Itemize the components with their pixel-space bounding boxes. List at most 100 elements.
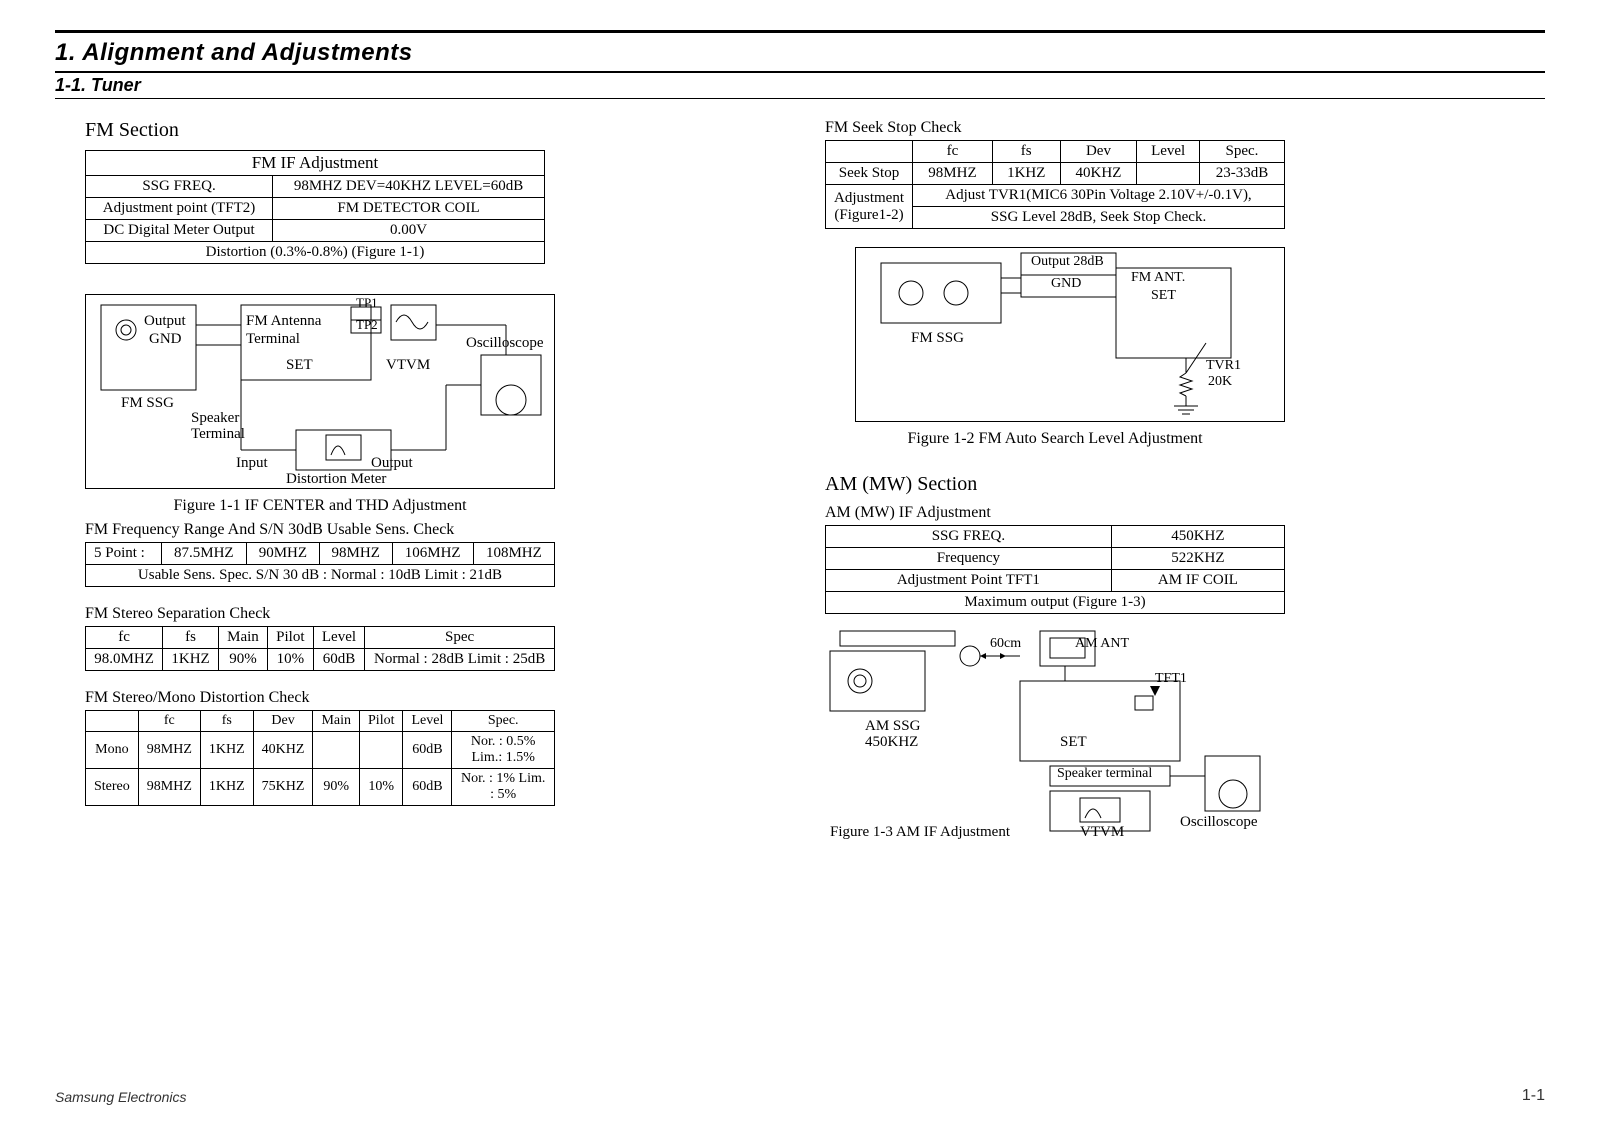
fm-dist-check-table: fc fs Dev Main Pilot Level Spec. Mono 98…: [85, 710, 555, 806]
cell: Level: [313, 627, 365, 649]
cell: 10%: [360, 769, 403, 806]
label-oscilloscope2: Oscilloscope: [1180, 814, 1257, 831]
cell: 98MHZ: [913, 163, 993, 185]
label-vtvm: VTVM: [386, 357, 430, 374]
fm-stereo-sep-title: FM Stereo Separation Check: [85, 605, 775, 623]
label-gnd: GND: [149, 331, 182, 348]
figure-1-1-caption: Figure 1-1 IF CENTER and THD Adjustment: [85, 497, 555, 515]
cell: Adjustment Point TFT1: [826, 570, 1112, 592]
cell: Spec: [365, 627, 555, 649]
seek-stop-table: fc fs Dev Level Spec. Seek Stop 98MHZ 1K…: [825, 140, 1285, 229]
label-speaker: Speaker: [191, 410, 239, 427]
cell: Adjustment (Figure1-2): [826, 185, 913, 229]
label-fm-ssg: FM SSG: [121, 395, 174, 412]
cell: [360, 732, 403, 769]
label-set: SET: [286, 357, 313, 374]
cell: fc: [138, 711, 200, 732]
cell: Level: [1137, 141, 1200, 163]
cell: Pilot: [267, 627, 313, 649]
cell: Spec.: [1199, 141, 1284, 163]
cell: 75KHZ: [253, 769, 313, 806]
label-tp1: TP1: [356, 295, 378, 311]
cell: 108MHZ: [473, 543, 554, 565]
label-fm-ssg2: FM SSG: [911, 330, 964, 347]
fm-stereo-sep-table: fc fs Main Pilot Level Spec 98.0MHZ 1KHZ…: [85, 626, 555, 671]
cell: 522KHZ: [1111, 548, 1284, 570]
label-output2: Output: [371, 455, 413, 472]
cell: 90%: [218, 649, 267, 671]
cell: Distortion (0.3%-0.8%) (Figure 1-1): [86, 242, 545, 264]
cell: 90MHZ: [246, 543, 319, 565]
cell: Adjust TVR1(MIC6 30Pin Voltage 2.10V+/-0…: [913, 185, 1285, 207]
cell: 1KHZ: [163, 649, 219, 671]
cell: 98.0MHZ: [86, 649, 163, 671]
cell: 23-33dB: [1199, 163, 1284, 185]
footer-right: 1-1: [1522, 1087, 1545, 1105]
cell: 98MHZ: [319, 543, 392, 565]
figure-1-2-caption: Figure 1-2 FM Auto Search Level Adjustme…: [825, 430, 1285, 448]
figure-1-3: 60cm AM ANT TFT1 AM SSG 450KHZ SET Speak…: [825, 626, 1285, 841]
cell: 60dB: [403, 732, 452, 769]
label-speaker-terminal: Speaker terminal: [1057, 766, 1152, 782]
cell: [86, 711, 139, 732]
cell: fc: [913, 141, 993, 163]
label-60cm: 60cm: [990, 636, 1021, 652]
cell: 98MHZ: [138, 769, 200, 806]
cell: 1KHZ: [200, 769, 253, 806]
fm-if-caption: FM IF Adjustment: [94, 153, 536, 173]
label-450khz: 450KHZ: [865, 734, 918, 751]
cell: Main: [313, 711, 360, 732]
cell: 1KHZ: [200, 732, 253, 769]
top-rule: [55, 30, 1545, 33]
label-oscilloscope: Oscilloscope: [466, 335, 543, 352]
cell: Normal : 28dB Limit : 25dB: [365, 649, 555, 671]
label-tvr1: TVR1: [1206, 358, 1241, 374]
cell: fs: [163, 627, 219, 649]
cell: SSG Level 28dB, Seek Stop Check.: [913, 207, 1285, 229]
cell: Spec.: [452, 711, 555, 732]
cell: [826, 141, 913, 163]
label-output-28db: Output 28dB: [1031, 254, 1104, 270]
cell: Usable Sens. Spec. S/N 30 dB : Normal : …: [86, 565, 555, 587]
label-gnd: GND: [1051, 276, 1081, 292]
cell: 98MHZ DEV=40KHZ LEVEL=60dB: [273, 176, 545, 198]
cell: AM IF COIL: [1111, 570, 1284, 592]
fm-if-adjustment-table: FM IF Adjustment SSG FREQ.98MHZ DEV=40KH…: [85, 150, 545, 264]
cell: fc: [86, 627, 163, 649]
cell: Main: [218, 627, 267, 649]
cell: Frequency: [826, 548, 1112, 570]
cell: 40KHZ: [1060, 163, 1137, 185]
cell: SSG FREQ.: [86, 176, 273, 198]
fm-freq-range-title: FM Frequency Range And S/N 30dB Usable S…: [85, 521, 775, 539]
page-title: 1. Alignment and Adjustments: [55, 39, 1545, 67]
am-if-title: AM (MW) IF Adjustment: [825, 504, 1545, 522]
label-tft1: TFT1: [1155, 671, 1187, 687]
cell: 450KHZ: [1111, 526, 1284, 548]
cell: DC Digital Meter Output: [86, 220, 273, 242]
cell: Nor. : 1% Lim. : 5%: [452, 769, 555, 806]
page-subtitle: 1-1. Tuner: [55, 72, 1545, 99]
am-section-heading: AM (MW) Section: [825, 473, 1545, 496]
figure-1-2: Output 28dB GND FM ANT. SET FM SSG TVR1 …: [855, 247, 1285, 422]
fm-section-heading: FM Section: [85, 119, 775, 142]
cell: 87.5MHZ: [161, 543, 246, 565]
label-distortion-meter: Distortion Meter: [286, 471, 386, 488]
cell: Level: [403, 711, 452, 732]
figure-1-3-caption: Figure 1-3 AM IF Adjustment: [830, 824, 1010, 841]
fm-freq-range-table: 5 Point : 87.5MHZ 90MHZ 98MHZ 106MHZ 108…: [85, 542, 555, 587]
cell: Mono: [86, 732, 139, 769]
fm-dist-check-title: FM Stereo/Mono Distortion Check: [85, 689, 775, 707]
cell: 90%: [313, 769, 360, 806]
cell: Dev: [1060, 141, 1137, 163]
cell: Nor. : 0.5% Lim.: 1.5%: [452, 732, 555, 769]
cell: 0.00V: [273, 220, 545, 242]
label-set3: SET: [1060, 734, 1087, 751]
cell: Stereo: [86, 769, 139, 806]
label-am-ssg: AM SSG: [865, 718, 920, 735]
label-vtvm2: VTVM: [1080, 824, 1124, 841]
am-if-table: SSG FREQ.450KHZ Frequency522KHZ Adjustme…: [825, 525, 1285, 614]
cell: 10%: [267, 649, 313, 671]
cell: 98MHZ: [138, 732, 200, 769]
label-output: Output: [144, 313, 186, 330]
cell: fs: [200, 711, 253, 732]
